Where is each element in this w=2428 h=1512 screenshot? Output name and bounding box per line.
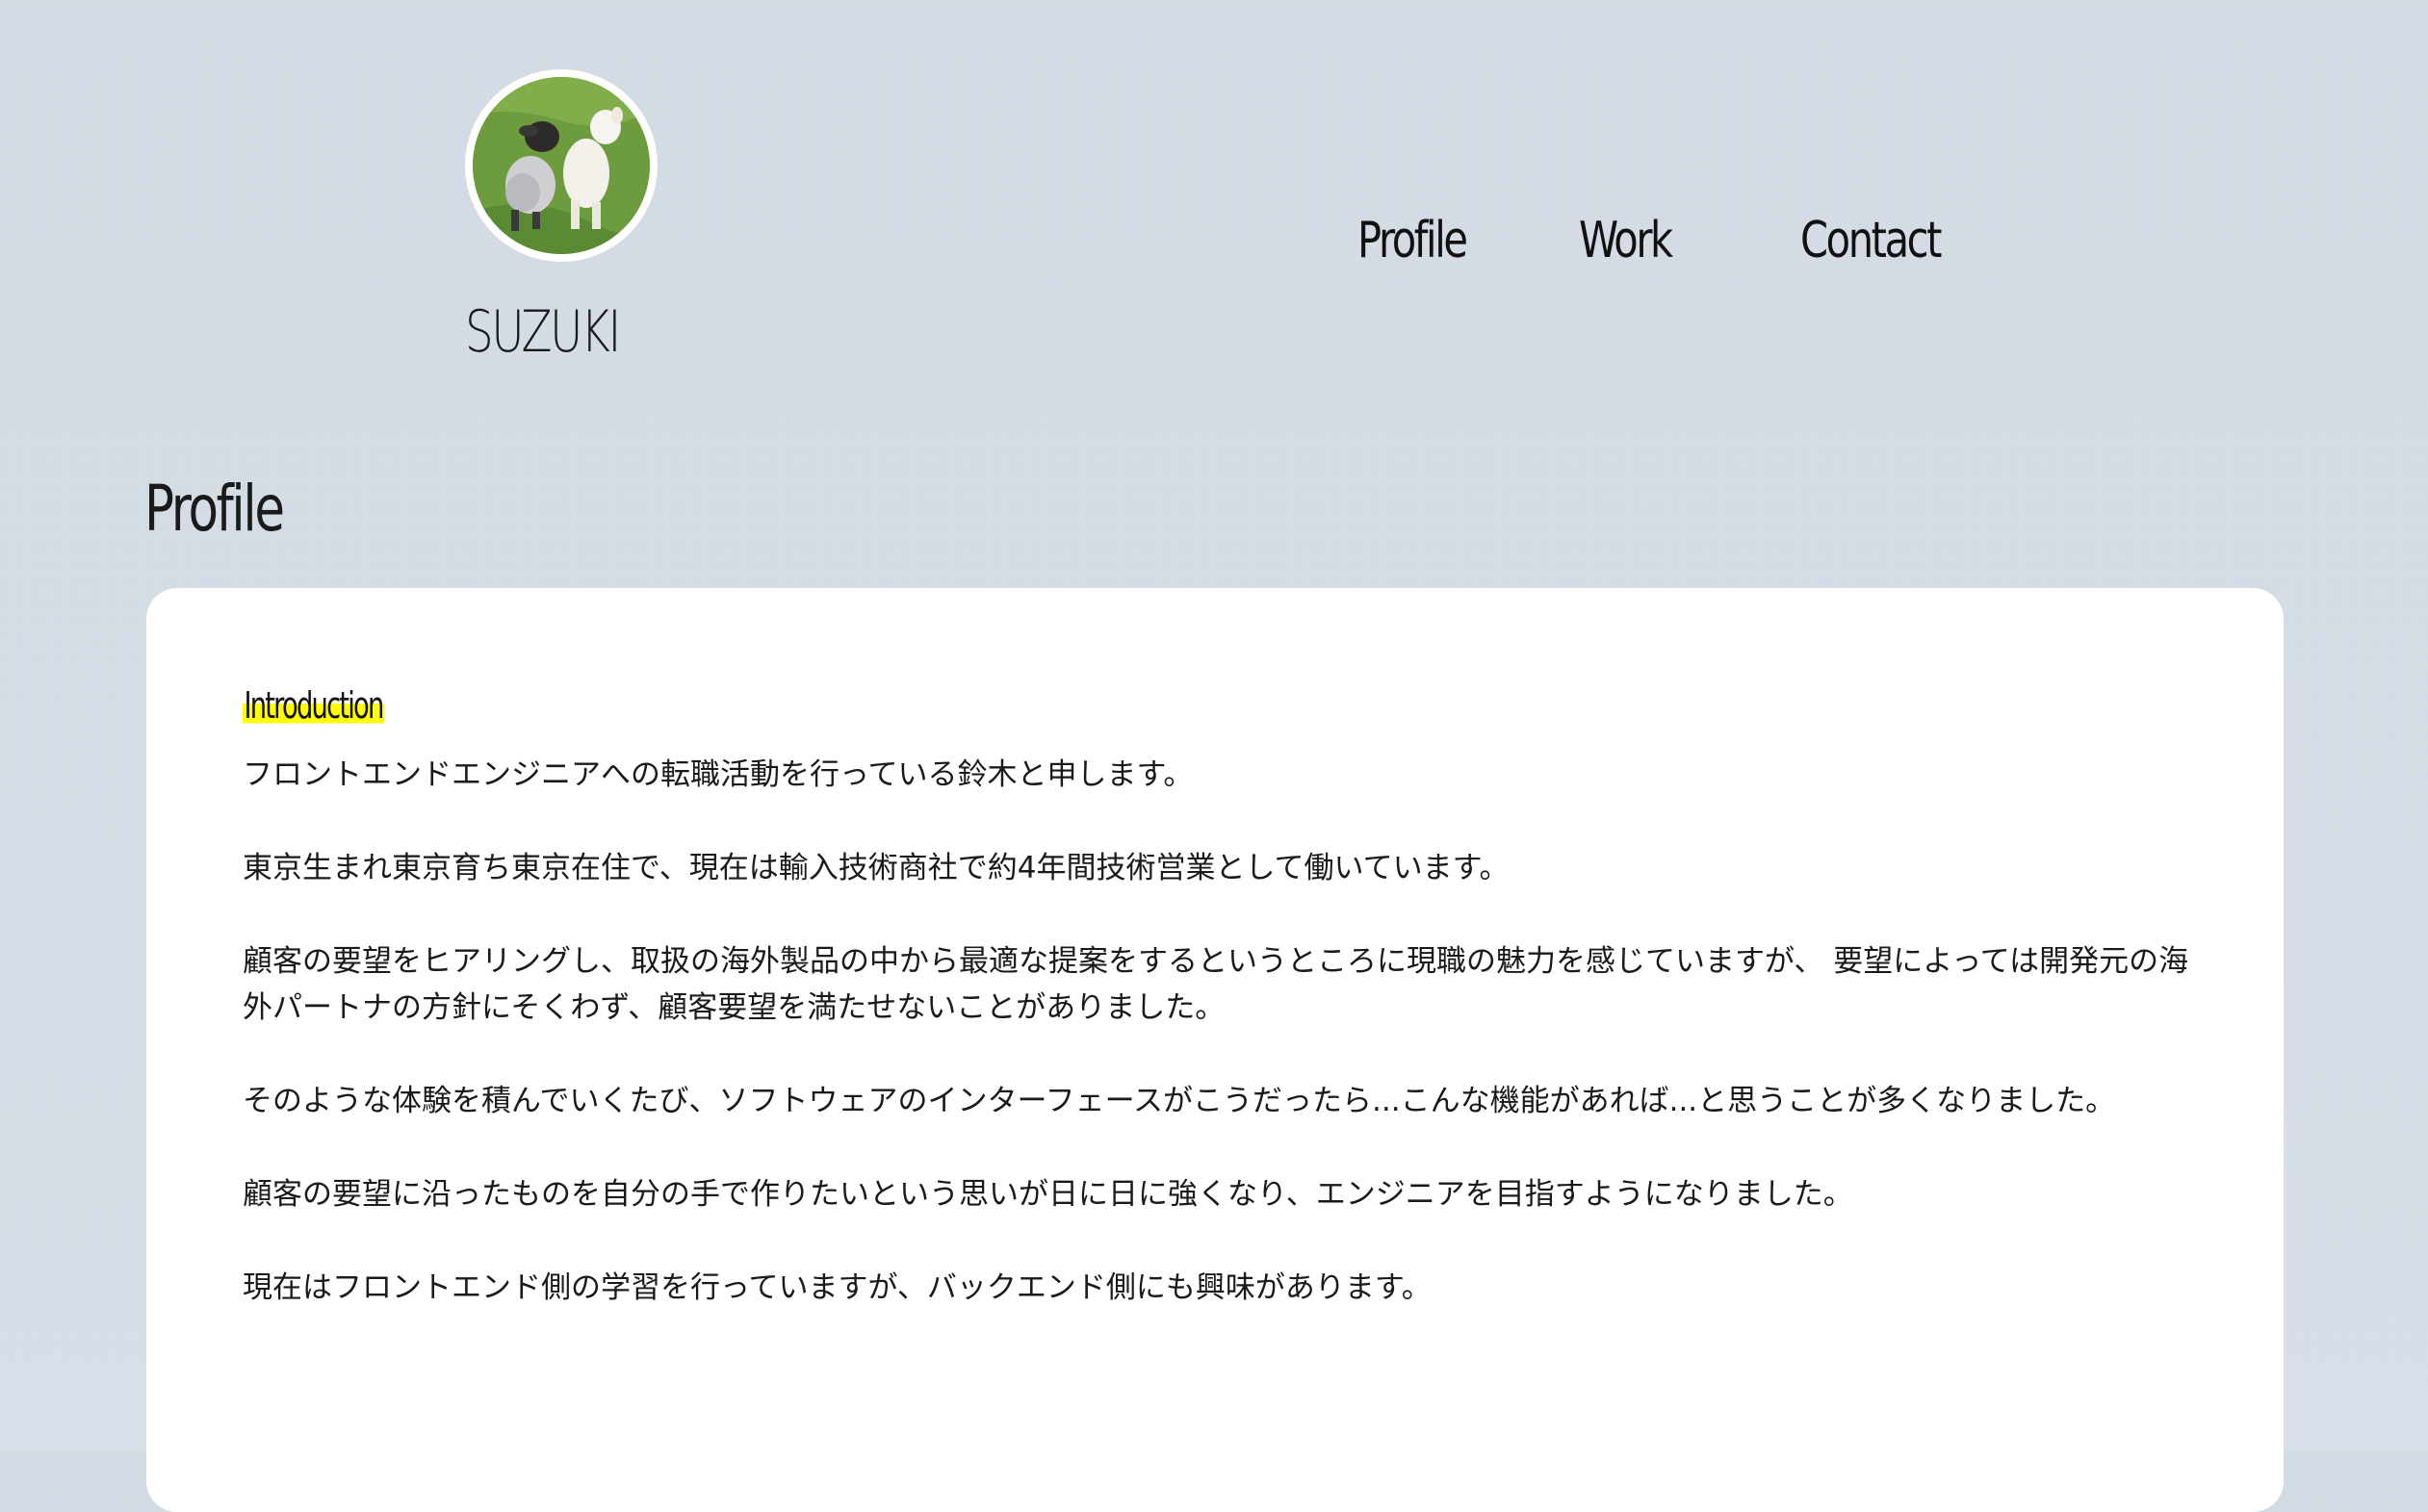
intro-paragraph: 顧客の要望に沿ったものを自分の手で作りたいという思いが日に日に強くなり、エンジニ… xyxy=(243,1177,1853,1212)
intro-paragraph: 顧客の要望をヒアリングし、取扱の海外製品の中から最適な提案をするというところに現… xyxy=(243,944,2189,1025)
site-name[interactable]: SUZUKI xyxy=(465,298,621,366)
intro-paragraph: 東京生まれ東京育ち東京在住で、現在は輸入技術商社で約4年間技術営業として働いてい… xyxy=(243,851,1510,885)
site-header: SUZUKI Profile Work Contact xyxy=(0,0,2428,423)
introduction-heading: Introduction xyxy=(243,684,384,727)
nav-link-work[interactable]: Work xyxy=(1579,212,1673,269)
intro-paragraph: フロントエンドエンジニアへの転職活動を行っている鈴木と申します。 xyxy=(243,757,1194,792)
section-title-profile: Profile xyxy=(144,472,285,546)
profile-card: Introduction フロントエンドエンジニアへの転職活動を行っている鈴木と… xyxy=(146,588,2284,1512)
global-nav: Profile Work Contact xyxy=(1357,212,1942,269)
intro-paragraph: そのような体験を積んでいくたび、ソフトウェアのインターフェースがこうだったら..… xyxy=(243,1084,2116,1118)
nav-link-contact[interactable]: Contact xyxy=(1800,212,1942,269)
nav-link-profile[interactable]: Profile xyxy=(1357,212,1468,269)
intro-paragraph: 現在はフロントエンド側の学習を行っていますが、バックエンド側にも興味があります。 xyxy=(243,1270,1432,1305)
introduction-body: フロントエンドエンジニアへの転職活動を行っている鈴木と申します。 東京生まれ東京… xyxy=(243,752,2197,1358)
avatar[interactable] xyxy=(465,69,658,262)
lambs-photo xyxy=(473,77,650,254)
